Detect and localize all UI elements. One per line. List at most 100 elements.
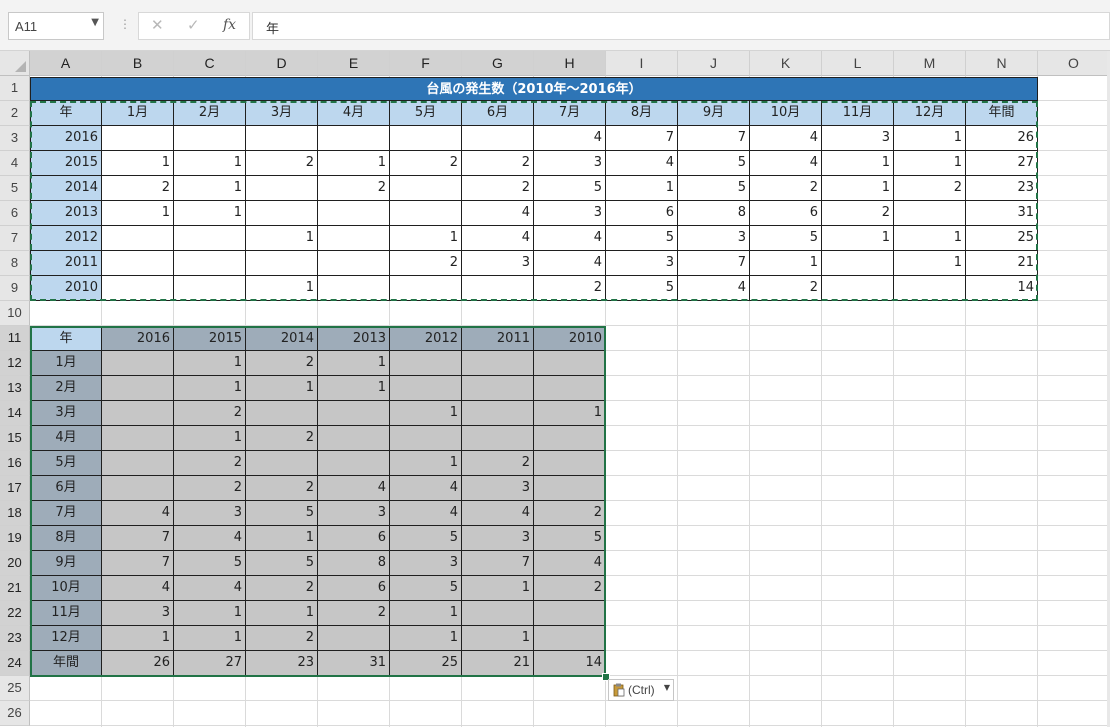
- cell-C6[interactable]: 1: [174, 201, 246, 226]
- cell-F8[interactable]: 2: [390, 251, 462, 276]
- row-header-25[interactable]: 25: [0, 676, 30, 701]
- cell-E15[interactable]: [318, 426, 390, 451]
- column-header-D[interactable]: D: [246, 51, 318, 76]
- cell-E6[interactable]: [318, 201, 390, 226]
- cell-G3[interactable]: [462, 126, 534, 151]
- row-header-24[interactable]: 24: [0, 651, 30, 676]
- cell-A7[interactable]: 2012: [30, 226, 102, 251]
- cell-B17[interactable]: [102, 476, 174, 501]
- cell-A24[interactable]: 年間: [30, 651, 102, 676]
- cell-N7[interactable]: 25: [966, 226, 1038, 251]
- row-header-15[interactable]: 15: [0, 426, 30, 451]
- cell-C19[interactable]: 4: [174, 526, 246, 551]
- cell-H2[interactable]: 7月: [534, 101, 606, 126]
- row-header-13[interactable]: 13: [0, 376, 30, 401]
- cell-D15[interactable]: 2: [246, 426, 318, 451]
- cell-E16[interactable]: [318, 451, 390, 476]
- name-box[interactable]: A11 ▼: [8, 12, 104, 40]
- cell-D8[interactable]: [246, 251, 318, 276]
- cell-B11[interactable]: 2016: [102, 326, 174, 351]
- row-header-1[interactable]: 1: [0, 76, 30, 101]
- column-header-J[interactable]: J: [678, 51, 750, 76]
- cell-H24[interactable]: 14: [534, 651, 606, 676]
- cell-H23[interactable]: [534, 626, 606, 651]
- cell-C12[interactable]: 1: [174, 351, 246, 376]
- cell-N8[interactable]: 21: [966, 251, 1038, 276]
- cell-G7[interactable]: 4: [462, 226, 534, 251]
- cell-E11[interactable]: 2013: [318, 326, 390, 351]
- cell-D4[interactable]: 2: [246, 151, 318, 176]
- cell-A23[interactable]: 12月: [30, 626, 102, 651]
- cell-L2[interactable]: 11月: [822, 101, 894, 126]
- cell-F6[interactable]: [390, 201, 462, 226]
- more-options-icon[interactable]: ⋮: [119, 17, 131, 31]
- cell-J5[interactable]: 5: [678, 176, 750, 201]
- cell-A18[interactable]: 7月: [30, 501, 102, 526]
- cell-E3[interactable]: [318, 126, 390, 151]
- cell-E24[interactable]: 31: [318, 651, 390, 676]
- cell-M7[interactable]: 1: [894, 226, 966, 251]
- cell-E22[interactable]: 2: [318, 601, 390, 626]
- cell-M2[interactable]: 12月: [894, 101, 966, 126]
- cell-D13[interactable]: 1: [246, 376, 318, 401]
- cell-F13[interactable]: [390, 376, 462, 401]
- cell-A21[interactable]: 10月: [30, 576, 102, 601]
- cell-D19[interactable]: 1: [246, 526, 318, 551]
- cell-A12[interactable]: 1月: [30, 351, 102, 376]
- cell-K7[interactable]: 5: [750, 226, 822, 251]
- cell-H4[interactable]: 3: [534, 151, 606, 176]
- cell-A9[interactable]: 2010: [30, 276, 102, 301]
- cell-G9[interactable]: [462, 276, 534, 301]
- cell-C22[interactable]: 1: [174, 601, 246, 626]
- cell-B14[interactable]: [102, 401, 174, 426]
- cell-H13[interactable]: [534, 376, 606, 401]
- cell-D5[interactable]: [246, 176, 318, 201]
- cell-K5[interactable]: 2: [750, 176, 822, 201]
- cell-A19[interactable]: 8月: [30, 526, 102, 551]
- cell-F21[interactable]: 5: [390, 576, 462, 601]
- column-header-K[interactable]: K: [750, 51, 822, 76]
- cell-I7[interactable]: 5: [606, 226, 678, 251]
- cell-B2[interactable]: 1月: [102, 101, 174, 126]
- cell-C8[interactable]: [174, 251, 246, 276]
- cell-G15[interactable]: [462, 426, 534, 451]
- cell-K8[interactable]: 1: [750, 251, 822, 276]
- cell-N3[interactable]: 26: [966, 126, 1038, 151]
- cell-F14[interactable]: 1: [390, 401, 462, 426]
- cell-G11[interactable]: 2011: [462, 326, 534, 351]
- cell-I3[interactable]: 7: [606, 126, 678, 151]
- cell-E5[interactable]: 2: [318, 176, 390, 201]
- cell-E7[interactable]: [318, 226, 390, 251]
- chevron-down-icon[interactable]: ▼: [91, 17, 99, 28]
- cell-M4[interactable]: 1: [894, 151, 966, 176]
- cell-H22[interactable]: [534, 601, 606, 626]
- cell-A11[interactable]: 年: [30, 326, 102, 351]
- cell-E9[interactable]: [318, 276, 390, 301]
- cell-H8[interactable]: 4: [534, 251, 606, 276]
- cell-D9[interactable]: 1: [246, 276, 318, 301]
- cell-E21[interactable]: 6: [318, 576, 390, 601]
- cell-F22[interactable]: 1: [390, 601, 462, 626]
- cell-E17[interactable]: 4: [318, 476, 390, 501]
- cell-E20[interactable]: 8: [318, 551, 390, 576]
- cell-A3[interactable]: 2016: [30, 126, 102, 151]
- cell-C11[interactable]: 2015: [174, 326, 246, 351]
- row-header-7[interactable]: 7: [0, 226, 30, 251]
- cell-C13[interactable]: 1: [174, 376, 246, 401]
- cell-F24[interactable]: 25: [390, 651, 462, 676]
- cell-B20[interactable]: 7: [102, 551, 174, 576]
- cell-K3[interactable]: 4: [750, 126, 822, 151]
- cell-A16[interactable]: 5月: [30, 451, 102, 476]
- cell-L4[interactable]: 1: [822, 151, 894, 176]
- cell-F16[interactable]: 1: [390, 451, 462, 476]
- column-header-M[interactable]: M: [894, 51, 966, 76]
- cell-C21[interactable]: 4: [174, 576, 246, 601]
- cell-B21[interactable]: 4: [102, 576, 174, 601]
- cell-G24[interactable]: 21: [462, 651, 534, 676]
- cell-G13[interactable]: [462, 376, 534, 401]
- cell-G5[interactable]: 2: [462, 176, 534, 201]
- cell-C18[interactable]: 3: [174, 501, 246, 526]
- fx-icon[interactable]: fx: [223, 17, 236, 33]
- cell-B13[interactable]: [102, 376, 174, 401]
- cell-K4[interactable]: 4: [750, 151, 822, 176]
